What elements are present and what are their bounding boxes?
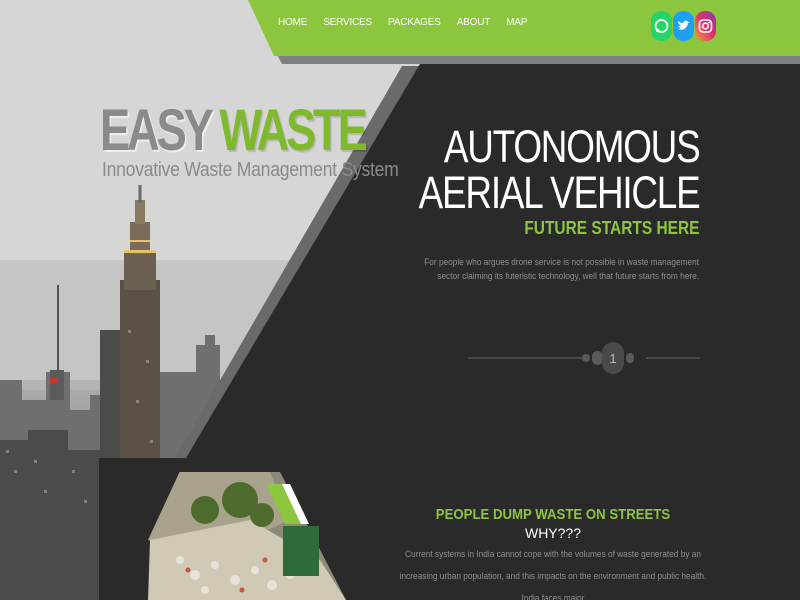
nav-packages[interactable]: PACKAGES	[388, 17, 441, 28]
site-logo[interactable]: EASY WASTE Innovative Waste Management S…	[100, 96, 399, 181]
nav-services[interactable]: SERVICES	[323, 17, 372, 28]
pager-dot-next[interactable]	[626, 353, 634, 363]
problem-subtitle: WHY???	[524, 525, 582, 541]
logo-word-waste: WASTE	[219, 98, 367, 163]
nav-about[interactable]: ABOUT	[457, 17, 491, 28]
hero-description: For people who argues drone service is n…	[424, 257, 699, 281]
instagram-icon[interactable]	[695, 11, 716, 41]
slider-pager: 1	[468, 340, 700, 376]
top-navbar: HOME SERVICES PACKAGES ABOUT MAP	[0, 0, 800, 70]
hero-tagline: FUTURE STARTS HERE	[523, 218, 699, 238]
pager-dot-prev-small[interactable]	[582, 354, 590, 362]
hero-heading: AUTONOMOUS AERIAL VEHICLE FUTURE STARTS …	[357, 121, 700, 239]
whatsapp-icon[interactable]	[651, 11, 672, 41]
main-nav: HOME SERVICES PACKAGES ABOUT MAP	[278, 17, 543, 28]
hero-title-line-1: AUTONOMOUS	[443, 121, 700, 172]
nav-map[interactable]: MAP	[506, 17, 527, 28]
nav-home[interactable]: HOME	[278, 17, 307, 28]
twitter-icon[interactable]	[673, 11, 694, 41]
page: HOME SERVICES PACKAGES ABOUT MAP EASY WA…	[0, 0, 800, 600]
problem-body: Current systems in India cannot cope wit…	[399, 549, 707, 600]
pager-current-number: 1	[609, 350, 617, 366]
logo-title: EASY WASTE	[100, 96, 368, 166]
pager-current[interactable]: 1	[602, 342, 624, 374]
problem-section: PEOPLE DUMP WASTE ON STREETS WHY??? Curr…	[380, 506, 726, 600]
hero-title-line-2: AERIAL VEHICLE	[418, 167, 700, 218]
problem-title: PEOPLE DUMP WASTE ON STREETS	[435, 506, 671, 523]
logo-subtitle: Innovative Waste Management System	[102, 159, 399, 181]
logo-word-easy: EASY	[100, 98, 213, 163]
